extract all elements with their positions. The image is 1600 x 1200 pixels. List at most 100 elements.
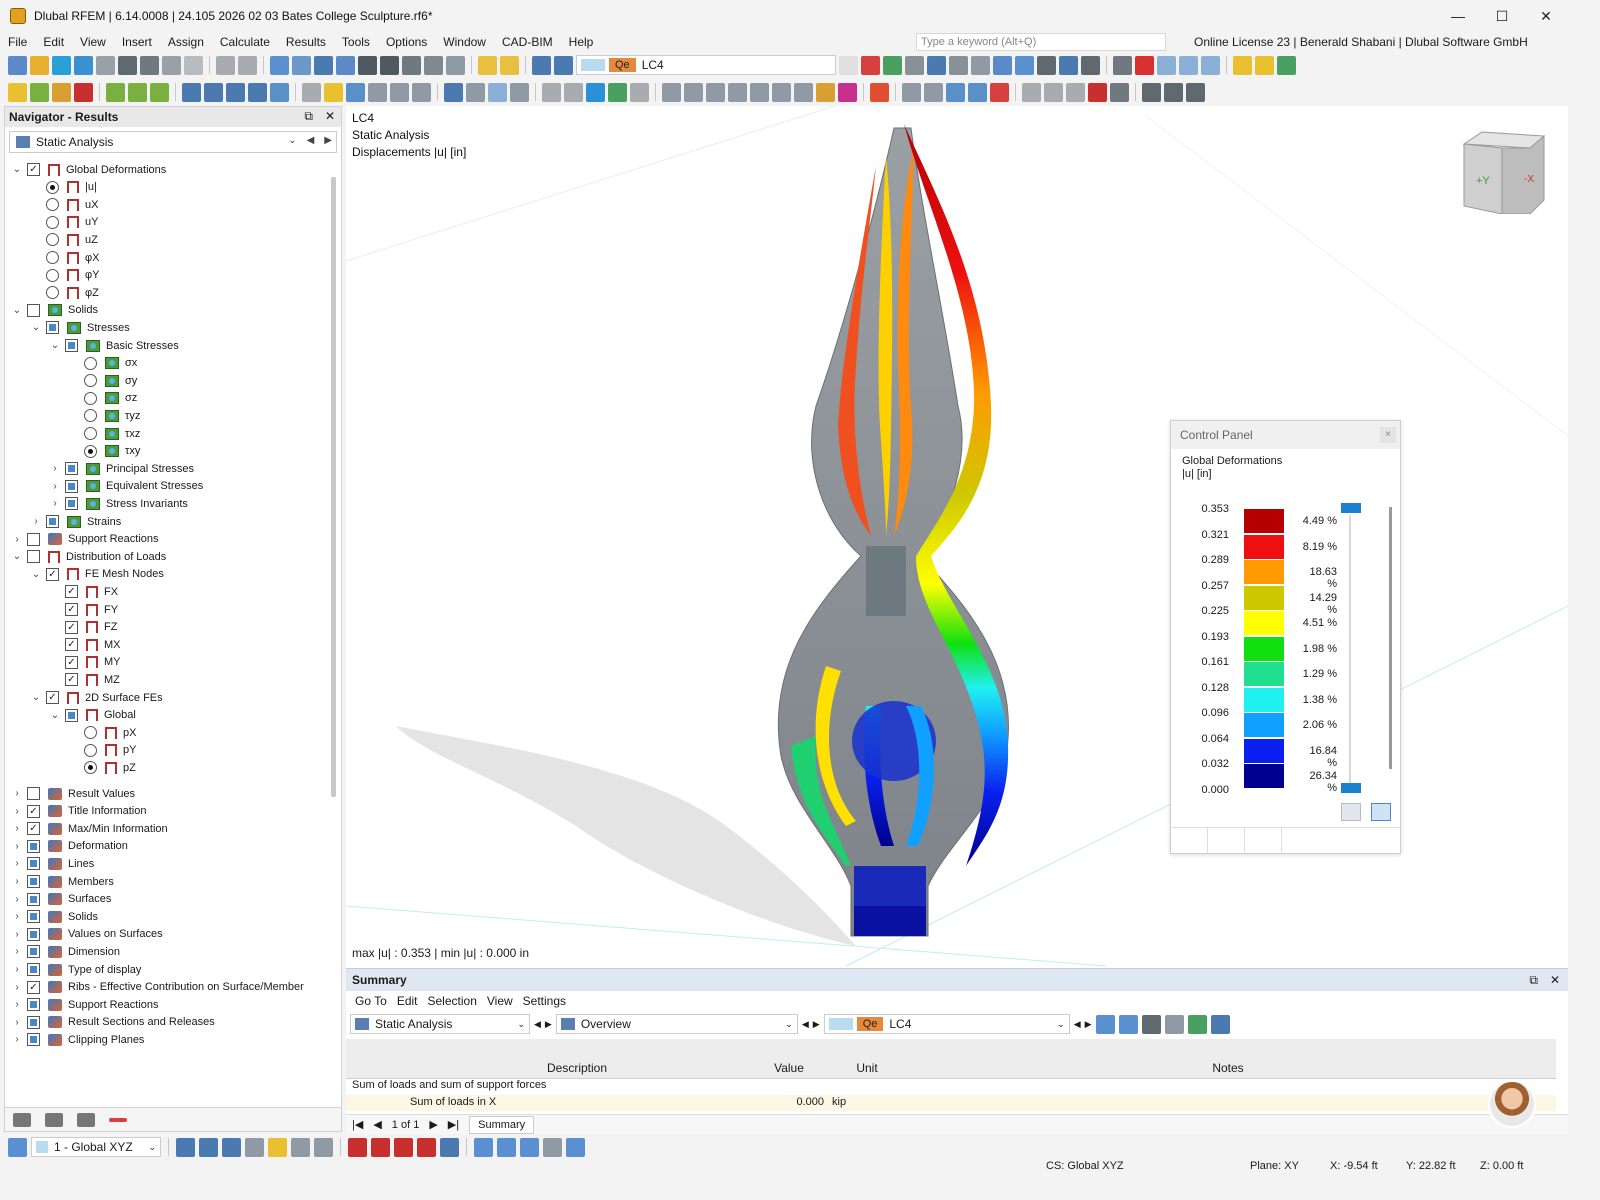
snap-intersect-icon[interactable] [268,1137,287,1157]
display-item[interactable]: › Lines [11,855,94,872]
checkbox[interactable] [27,875,40,888]
visibility-icon[interactable] [412,82,431,102]
pin-icon[interactable] [838,82,857,102]
ruler-icon[interactable] [630,82,649,102]
render-icon[interactable] [510,82,529,102]
expander-icon[interactable]: › [11,1034,23,1045]
polar-icon[interactable] [314,1137,333,1157]
display-item[interactable]: › Result Values [11,785,135,802]
expander-icon[interactable]: ⌄ [11,551,23,562]
legend-max-slider[interactable] [1341,503,1361,513]
draw-arc-icon[interactable] [371,1137,390,1157]
excel-icon[interactable] [1187,1014,1207,1034]
results-tab-icon[interactable] [109,1117,127,1122]
summary-menu-selection[interactable]: Selection [423,994,482,1008]
factors-tab-icon[interactable] [1208,828,1245,853]
draw-cross-icon[interactable] [440,1137,459,1157]
mesh4-icon[interactable] [968,82,987,102]
summary-overview-combo[interactable]: Overview ⌄ [555,1014,798,1034]
checkbox[interactable] [27,550,40,564]
next-icon[interactable]: ▶ [545,1019,552,1030]
expander-icon[interactable]: › [11,858,23,869]
prev-lc-icon[interactable] [839,55,858,75]
checkbox[interactable] [65,462,78,476]
grid-view-icon[interactable] [993,55,1012,75]
cube-face-x[interactable]: -X [1524,174,1534,185]
summary-menu-edit[interactable]: Edit [392,994,423,1008]
print-report-icon[interactable] [96,55,115,75]
view-iso-icon[interactable] [1157,55,1176,75]
display-item[interactable]: › ✓ Max/Min Information [11,820,168,837]
open-file-icon[interactable] [30,55,49,75]
checkbox[interactable]: ✓ [46,567,59,581]
stack3-icon[interactable] [1186,82,1205,102]
checkbox[interactable] [27,857,40,871]
radio-button[interactable] [46,268,59,282]
menu-view[interactable]: View [72,35,114,49]
load-wizard-icon[interactable] [478,55,497,75]
wire-icon[interactable] [488,82,507,102]
expander-icon[interactable]: ⌄ [11,305,23,316]
radio-button[interactable] [46,233,59,247]
cloud-icon[interactable] [52,55,71,75]
expander-icon[interactable]: › [49,463,61,474]
view-icon[interactable] [8,1137,27,1157]
align5-icon[interactable] [750,82,769,102]
navigator-toggle-icon[interactable] [270,55,289,75]
panel-icon[interactable] [336,55,355,75]
analysis-type-combo[interactable]: Static Analysis ⌄ ◀ ▶ [9,131,337,153]
surface-load-icon[interactable] [226,82,245,102]
summary-menu-goto[interactable]: Go To [350,994,392,1008]
clip-icon[interactable] [368,82,387,102]
checkbox[interactable] [27,303,40,317]
expander-icon[interactable]: › [11,964,23,975]
next-icon[interactable]: ▶ [1085,1019,1092,1030]
imperfection-icon[interactable] [270,82,289,102]
checkbox[interactable] [27,998,40,1012]
tree-item[interactable]: ✓ MY [49,654,121,671]
undo-icon[interactable] [216,55,235,75]
checkbox[interactable]: ✓ [27,163,40,176]
member-icon[interactable] [74,82,93,102]
display-item[interactable]: › Deformation [11,838,128,855]
tree-item[interactable]: › Principal Stresses [49,460,194,477]
table-group-row[interactable]: Sum of loads and sum of support forces [352,1079,546,1095]
cross-icon[interactable] [1088,82,1107,102]
tree-item[interactable]: ✓ FX [49,583,118,600]
menu-cad-bim[interactable]: CAD-BIM [494,35,561,49]
color-scale-tab-icon[interactable] [1171,828,1208,853]
menu-edit[interactable]: Edit [35,35,72,49]
support-surface-icon[interactable] [150,82,169,102]
last-page-icon[interactable]: ▶| [448,1118,459,1131]
link-icon[interactable] [1022,82,1041,102]
color-scale-icon[interactable] [870,82,889,102]
expander-icon[interactable]: ⌄ [49,340,61,351]
draw-spline-icon[interactable] [417,1137,436,1157]
checkbox[interactable] [65,497,78,511]
tree-item[interactable]: σx [68,355,137,372]
prev-icon[interactable]: ◀ [802,1019,809,1030]
close-icon[interactable]: × [1380,427,1396,443]
expander-icon[interactable]: › [11,911,23,922]
tree-item[interactable]: › Strains [30,513,121,530]
grid3-icon[interactable] [520,1137,539,1157]
checkbox[interactable] [27,963,40,976]
assistant-avatar[interactable] [1488,1080,1536,1128]
filter-icon[interactable] [444,82,463,102]
mesh3-icon[interactable] [946,82,965,102]
tree-item[interactable]: › Stress Invariants [49,495,188,512]
xxx-icon[interactable] [1037,55,1056,75]
tree-item[interactable]: ✓ MX [49,636,121,653]
legend-settings-icon[interactable] [1341,803,1361,821]
globe-icon[interactable] [446,55,465,75]
summary-menu-settings[interactable]: Settings [518,994,571,1008]
tree-item[interactable]: ⌄ ✓ Global Deformations [11,161,166,178]
prev-icon[interactable]: ◀ [307,135,315,146]
section-icon[interactable] [390,82,409,102]
cube-face-y[interactable]: +Y [1476,175,1490,187]
tree-item[interactable]: ✓ MZ [49,671,120,688]
line-load-icon[interactable] [204,82,223,102]
checkbox[interactable] [46,515,59,528]
checkbox[interactable]: ✓ [46,691,59,704]
expander-icon[interactable]: › [11,534,23,545]
